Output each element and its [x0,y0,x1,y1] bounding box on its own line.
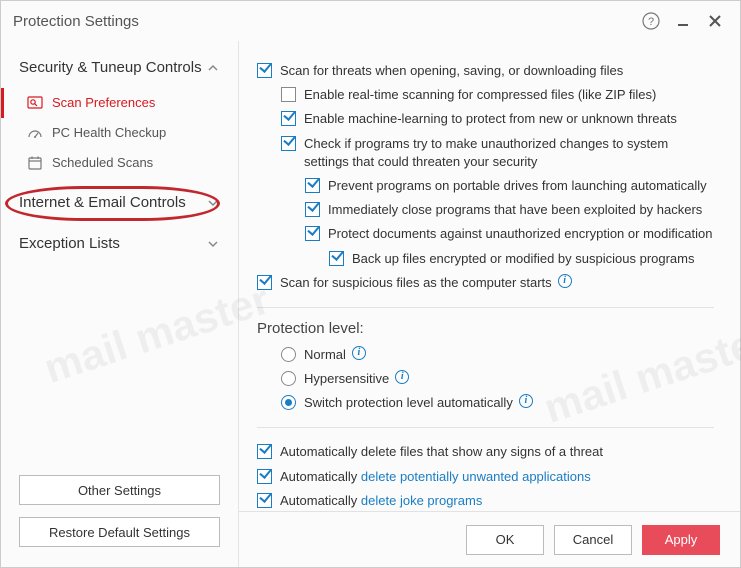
protection-normal[interactable]: Normal i [257,343,714,367]
checkbox[interactable] [257,275,272,290]
chevron-down-icon [206,196,220,210]
dialog-footer: OK Cancel Apply [239,511,740,567]
protection-auto[interactable]: Switch protection level automatically i [257,391,714,415]
sidebar-section-exceptions[interactable]: Exception Lists [1,229,238,260]
option-backup-encrypted[interactable]: Back up files encrypted or modified by s… [257,247,714,271]
protection-level-title: Protection level: [257,320,714,337]
option-label: Immediately close programs that have bee… [328,201,702,219]
apply-button[interactable]: Apply [642,525,720,555]
checkbox[interactable] [257,63,272,78]
info-icon[interactable]: i [352,346,366,360]
sidebar-section-internet-email[interactable]: Internet & Email Controls [1,188,238,219]
sidebar-section-label: Security & Tuneup Controls [19,59,206,78]
option-label: Enable real-time scanning for compressed… [304,86,656,104]
sidebar-item-scheduled-scans[interactable]: Scheduled Scans [1,148,238,178]
option-label: Prevent programs on portable drives from… [328,177,707,195]
option-label: Automatically delete potentially unwante… [280,468,591,486]
checkbox[interactable] [305,226,320,241]
info-icon[interactable]: i [395,370,409,384]
gauge-icon [26,124,44,142]
ok-button[interactable]: OK [466,525,544,555]
checkbox[interactable] [257,444,272,459]
checkbox[interactable] [305,202,320,217]
option-label: Normal [304,346,346,364]
sidebar-item-pc-health[interactable]: PC Health Checkup [1,118,238,148]
chevron-up-icon [206,61,220,75]
other-settings-button[interactable]: Other Settings [19,475,220,505]
option-label: Switch protection level automatically [304,394,513,412]
window-title: Protection Settings [13,13,632,30]
link-delete-joke[interactable]: delete joke programs [361,493,482,508]
option-label: Back up files encrypted or modified by s… [352,250,695,268]
info-icon[interactable]: i [558,274,572,288]
cancel-button[interactable]: Cancel [554,525,632,555]
option-label: Scan for suspicious files as the compute… [280,274,552,292]
checkbox[interactable] [257,493,272,508]
option-auto-delete-joke[interactable]: Automatically delete joke programs [257,489,714,511]
option-scan-startup[interactable]: Scan for suspicious files as the compute… [257,271,714,295]
checkbox[interactable] [257,469,272,484]
sidebar-section-security[interactable]: Security & Tuneup Controls [1,53,238,84]
settings-content: Scan for threats when opening, saving, o… [239,41,740,511]
checkbox[interactable] [281,136,296,151]
option-label: Automatically delete files that show any… [280,443,603,461]
sidebar-item-scan-preferences[interactable]: Scan Preferences [1,88,238,118]
svg-text:?: ? [648,16,654,28]
option-check-unauth[interactable]: Check if programs try to make unauthoriz… [257,132,714,174]
sidebar-item-label: Scan Preferences [52,95,155,110]
sidebar-item-label: Scheduled Scans [52,155,153,170]
restore-defaults-button[interactable]: Restore Default Settings [19,517,220,547]
checkbox[interactable] [281,87,296,102]
option-prevent-portable[interactable]: Prevent programs on portable drives from… [257,174,714,198]
checkbox[interactable] [281,111,296,126]
option-protect-docs[interactable]: Protect documents against unauthorized e… [257,222,714,246]
radio[interactable] [281,371,296,386]
link-delete-pua[interactable]: delete potentially unwanted applications [361,469,591,484]
titlebar: Protection Settings ? [1,1,740,41]
sidebar: Security & Tuneup Controls Scan Preferen… [1,41,239,567]
sidebar-section-label: Exception Lists [19,235,206,254]
help-icon[interactable]: ? [638,8,664,34]
radio[interactable] [281,395,296,410]
sidebar-item-label: PC Health Checkup [52,125,166,140]
radio[interactable] [281,347,296,362]
option-label: Enable machine-learning to protect from … [304,110,677,128]
info-icon[interactable]: i [519,394,533,408]
protection-hypersensitive[interactable]: Hypersensitive i [257,367,714,391]
option-close-exploited[interactable]: Immediately close programs that have bee… [257,198,714,222]
option-label: Check if programs try to make unauthoriz… [304,135,714,171]
scan-icon [26,94,44,112]
option-label: Automatically delete joke programs [280,492,482,510]
chevron-down-icon [206,237,220,251]
close-icon[interactable] [702,8,728,34]
option-label: Protect documents against unauthorized e… [328,225,712,243]
option-realtime-zip[interactable]: Enable real-time scanning for compressed… [257,83,714,107]
option-label: Scan for threats when opening, saving, o… [280,62,623,80]
checkbox[interactable] [329,251,344,266]
option-auto-delete-pua[interactable]: Automatically delete potentially unwante… [257,465,714,489]
sidebar-section-label: Internet & Email Controls [19,194,206,213]
option-scan-threats[interactable]: Scan for threats when opening, saving, o… [257,59,714,83]
option-ml-protect[interactable]: Enable machine-learning to protect from … [257,107,714,131]
option-auto-delete-threat[interactable]: Automatically delete files that show any… [257,440,714,464]
calendar-icon [26,154,44,172]
minimize-icon[interactable] [670,8,696,34]
checkbox[interactable] [305,178,320,193]
option-label: Hypersensitive [304,370,389,388]
